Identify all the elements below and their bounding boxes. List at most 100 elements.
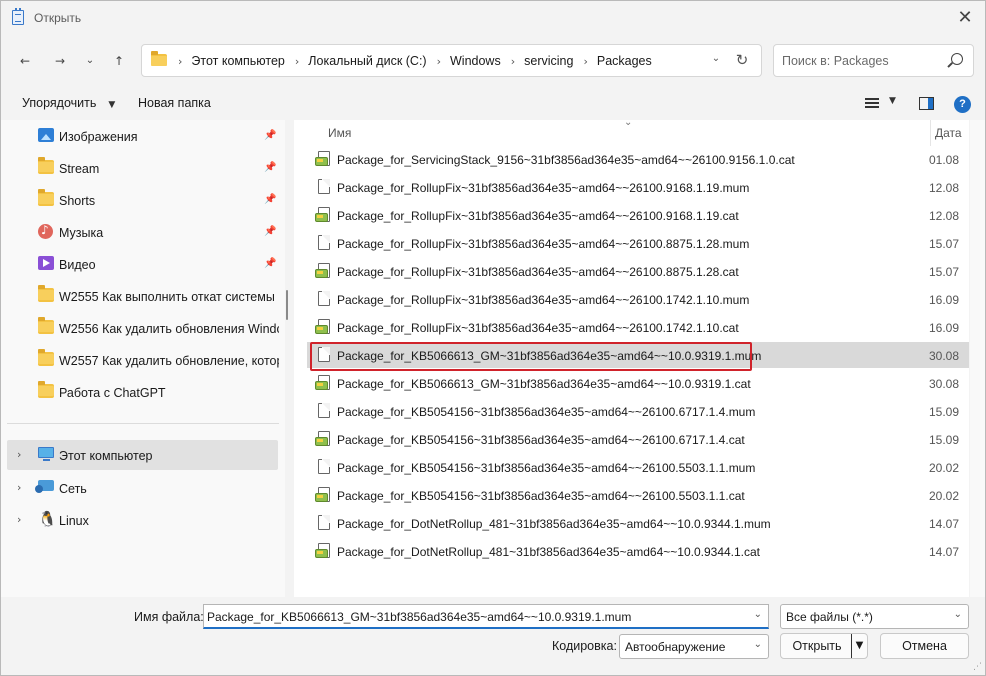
- nav-item-label: W2555 Как выполнить откат системы в Е: [59, 290, 279, 304]
- encoding-select[interactable]: Автообнаружение ⌄: [619, 634, 769, 659]
- file-date: 01.08: [929, 153, 960, 167]
- nav-item-w2556[interactable]: W2556 Как удалить обновления Window: [1, 313, 285, 343]
- file-row[interactable]: Package_for_KB5054156~31bf3856ad364e35~a…: [307, 454, 969, 480]
- highlight-annotation-box: [310, 342, 752, 371]
- file-list-scrollbar[interactable]: [970, 120, 985, 597]
- file-row[interactable]: Package_for_KB5054156~31bf3856ad364e35~a…: [307, 426, 969, 452]
- nav-item-video[interactable]: Видео 📌: [1, 249, 285, 279]
- nav-item-network[interactable]: › Сеть: [1, 473, 285, 503]
- file-row[interactable]: Package_for_RollupFix~31bf3856ad364e35~a…: [307, 174, 969, 200]
- pin-icon[interactable]: 📌: [264, 258, 276, 269]
- breadcrumb-servicing[interactable]: servicing: [524, 54, 573, 68]
- nav-item-w2555[interactable]: W2555 Как выполнить откат системы в Е: [1, 281, 285, 311]
- nav-item-stream[interactable]: Stream 📌: [1, 153, 285, 183]
- video-icon: [38, 256, 54, 270]
- folder-icon: [38, 189, 54, 206]
- file-date: 16.09: [929, 293, 960, 307]
- open-options-caret-icon[interactable]: ▼: [851, 634, 867, 658]
- cancel-button[interactable]: Отмена: [880, 633, 969, 659]
- chevron-right-icon[interactable]: ›: [17, 481, 21, 494]
- address-history-chevron-icon[interactable]: ⌄: [709, 53, 723, 67]
- file-date: 20.02: [929, 489, 960, 503]
- view-options-caret-icon[interactable]: ▼: [889, 96, 896, 106]
- file-icon: [318, 403, 330, 418]
- file-row[interactable]: Package_for_KB5054156~31bf3856ad364e35~a…: [307, 398, 969, 424]
- pin-icon[interactable]: 📌: [264, 162, 276, 173]
- file-row[interactable]: Package_for_RollupFix~31bf3856ad364e35~a…: [307, 258, 969, 284]
- pin-icon[interactable]: 📌: [264, 130, 276, 141]
- column-divider[interactable]: [930, 120, 931, 146]
- file-row[interactable]: Package_for_DotNetRollup_481~31bf3856ad3…: [307, 510, 969, 536]
- file-row[interactable]: Package_for_RollupFix~31bf3856ad364e35~a…: [307, 314, 969, 340]
- nav-item-pictures[interactable]: Изображения 📌: [1, 121, 285, 151]
- file-row[interactable]: Package_for_ServicingStack_9156~31bf3856…: [307, 146, 969, 172]
- open-button[interactable]: Открыть ▼: [780, 633, 868, 659]
- sort-ascending-icon: ⌄: [624, 120, 633, 128]
- encoding-label: Кодировка:: [552, 639, 617, 653]
- nav-item-chatgpt[interactable]: Работа с ChatGPT: [1, 377, 285, 407]
- open-file-dialog: Открыть ✕ ← → ⌄ ↑ › Этот компьютер › Лок…: [0, 0, 986, 676]
- breadcrumb-packages[interactable]: Packages: [597, 54, 652, 68]
- file-name: Package_for_RollupFix~31bf3856ad364e35~a…: [337, 237, 750, 251]
- nav-item-label: Shorts: [59, 194, 96, 208]
- nav-item-w2557[interactable]: W2557 Как удалить обновление, которо: [1, 345, 285, 375]
- nav-item-shorts[interactable]: Shorts 📌: [1, 185, 285, 215]
- nav-item-music[interactable]: Музыка 📌: [1, 217, 285, 247]
- file-row[interactable]: Package_for_RollupFix~31bf3856ad364e35~a…: [307, 230, 969, 256]
- breadcrumb-separator-icon[interactable]: ›: [583, 55, 587, 68]
- file-name: Package_for_RollupFix~31bf3856ad364e35~a…: [337, 181, 750, 195]
- file-name: Package_for_RollupFix~31bf3856ad364e35~a…: [337, 209, 739, 223]
- caret-down-icon: ▼: [108, 100, 116, 110]
- folder-icon: [38, 285, 54, 302]
- navigation-pane: Изображения 📌 Stream 📌 Shorts 📌 Музыка 📌…: [1, 120, 285, 597]
- column-header-date[interactable]: Дата: [935, 126, 962, 140]
- pin-icon[interactable]: 📌: [264, 194, 276, 205]
- close-button[interactable]: ✕: [953, 7, 977, 29]
- file-name: Package_for_DotNetRollup_481~31bf3856ad3…: [337, 517, 771, 531]
- breadcrumb-separator-icon[interactable]: ›: [295, 55, 299, 68]
- chevron-right-icon[interactable]: ›: [17, 448, 21, 461]
- breadcrumb-local-disk[interactable]: Локальный диск (C:): [308, 54, 426, 68]
- chevron-right-icon[interactable]: ›: [17, 513, 21, 526]
- recent-locations-chevron-icon[interactable]: ⌄: [78, 49, 102, 73]
- nav-item-this-pc[interactable]: › Этот компьютер: [7, 440, 278, 470]
- breadcrumb-windows[interactable]: Windows: [450, 54, 501, 68]
- address-bar[interactable]: › Этот компьютер › Локальный диск (C:) ›…: [141, 44, 762, 77]
- file-row[interactable]: Package_for_KB5054156~31bf3856ad364e35~a…: [307, 482, 969, 508]
- file-name: Package_for_KB5054156~31bf3856ad364e35~a…: [337, 461, 756, 475]
- file-type-select[interactable]: Все файлы (*.*) ⌄: [780, 604, 969, 629]
- forward-arrow-icon[interactable]: →: [48, 49, 72, 73]
- breadcrumb-separator-icon[interactable]: ›: [511, 55, 515, 68]
- nav-scrollbar[interactable]: [286, 290, 288, 320]
- nav-item-label: Музыка: [59, 226, 104, 240]
- back-arrow-icon[interactable]: ←: [13, 49, 37, 73]
- file-row[interactable]: Package_for_DotNetRollup_481~31bf3856ad3…: [307, 538, 969, 564]
- nav-item-label: Работа с ChatGPT: [59, 386, 166, 400]
- file-name: Package_for_DotNetRollup_481~31bf3856ad3…: [337, 545, 761, 559]
- column-header-name[interactable]: Имя: [328, 126, 351, 140]
- search-input[interactable]: Поиск в: Packages: [773, 44, 974, 77]
- file-row[interactable]: Package_for_RollupFix~31bf3856ad364e35~a…: [307, 202, 969, 228]
- file-row[interactable]: Package_for_RollupFix~31bf3856ad364e35~a…: [307, 286, 969, 312]
- organize-button[interactable]: Упорядочить ▼: [22, 96, 115, 110]
- chevron-down-icon[interactable]: ⌄: [754, 609, 762, 620]
- nav-item-linux[interactable]: › 🐧 Linux: [1, 505, 285, 535]
- file-name: Package_for_KB5066613_GM~31bf3856ad364e3…: [337, 377, 751, 391]
- up-arrow-icon[interactable]: ↑: [107, 49, 131, 73]
- breadcrumb-this-pc[interactable]: Этот компьютер: [191, 54, 284, 68]
- view-list-icon[interactable]: [865, 98, 879, 109]
- preview-pane-icon[interactable]: [919, 97, 934, 110]
- file-row[interactable]: Package_for_KB5066613_GM~31bf3856ad364e3…: [307, 370, 969, 396]
- search-icon: [951, 53, 963, 65]
- breadcrumb-separator-icon[interactable]: ›: [437, 55, 441, 68]
- open-button-label: Открыть: [792, 639, 842, 653]
- pin-icon[interactable]: 📌: [264, 226, 276, 237]
- refresh-icon[interactable]: ↻: [733, 51, 751, 69]
- filename-input[interactable]: Package_for_KB5066613_GM~31bf3856ad364e3…: [203, 604, 769, 629]
- nav-item-label: Stream: [59, 162, 100, 176]
- resize-grip-icon[interactable]: ⋰: [973, 662, 982, 672]
- window-title: Открыть: [34, 11, 82, 25]
- help-icon[interactable]: ?: [954, 96, 971, 113]
- new-folder-button[interactable]: Новая папка: [138, 96, 211, 110]
- nav-item-label: Видео: [59, 258, 96, 272]
